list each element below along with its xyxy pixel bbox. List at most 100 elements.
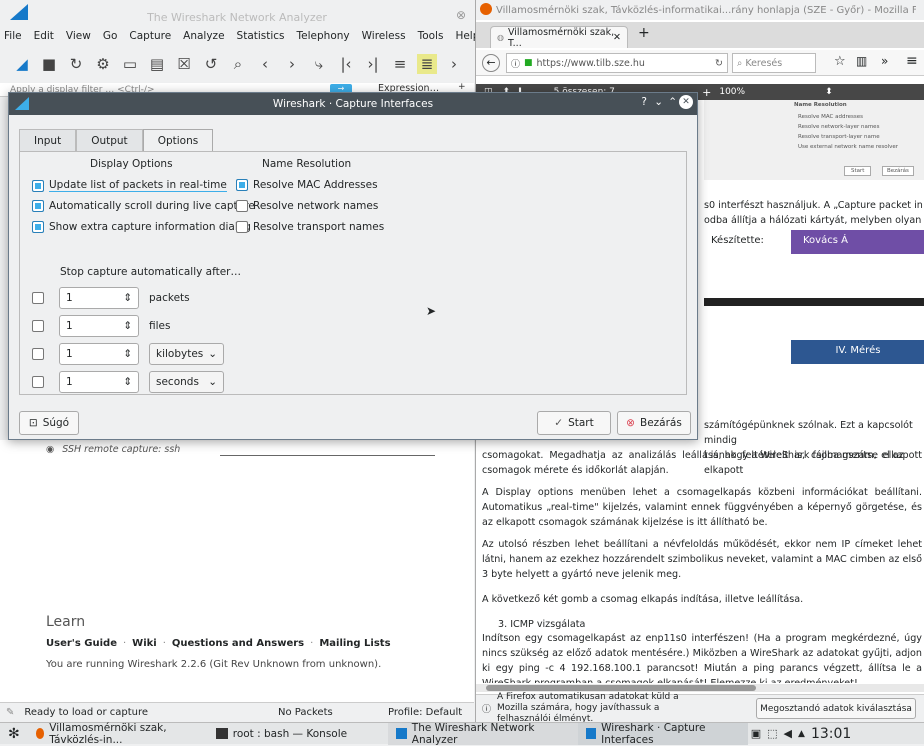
- overflow-chevron-icon[interactable]: »: [881, 54, 888, 68]
- help-button[interactable]: ⊡ Súgó: [19, 411, 79, 435]
- restart-icon[interactable]: ↻: [66, 54, 86, 74]
- find-icon[interactable]: ⌕: [228, 54, 248, 74]
- info-icon[interactable]: ⓘ: [511, 57, 520, 70]
- autoscroll-option[interactable]: Automatically scroll during live capture: [32, 200, 255, 212]
- tray-expand-icon[interactable]: ▲: [795, 723, 808, 745]
- close-file-icon[interactable]: ☒: [174, 54, 194, 74]
- network-icon[interactable]: ⬚: [764, 723, 780, 745]
- time-spinbox[interactable]: 1 ⇕: [59, 371, 139, 393]
- expert-info-icon[interactable]: ✎: [6, 707, 14, 718]
- clipboard-icon[interactable]: ▣: [748, 723, 764, 745]
- status-profile[interactable]: Profile: Default: [388, 707, 462, 718]
- users-guide-link[interactable]: User's Guide: [46, 638, 117, 649]
- kde-launcher-icon[interactable]: ✻: [0, 723, 28, 745]
- goto-packet-icon[interactable]: ⤷: [309, 54, 329, 74]
- size-spinbox[interactable]: 1 ⇕: [59, 343, 139, 365]
- ssh-remote-capture-item[interactable]: ◉ SSH remote capture: ssh: [46, 444, 180, 455]
- reload-icon[interactable]: ↺: [201, 54, 221, 74]
- packets-spinbox[interactable]: 1 ⇕: [59, 287, 139, 309]
- back-arrow-icon[interactable]: ←: [482, 54, 500, 72]
- menu-capture[interactable]: Capture: [129, 30, 171, 42]
- wiki-link[interactable]: Wiki: [132, 638, 157, 649]
- colorize-icon[interactable]: ≣: [417, 54, 437, 74]
- close-icon[interactable]: ⊗: [456, 8, 466, 22]
- mailing-lists-link[interactable]: Mailing Lists: [319, 638, 390, 649]
- maximize-icon[interactable]: ⌃: [668, 96, 677, 108]
- stop-icon[interactable]: ■: [39, 54, 59, 74]
- checkbox-checked[interactable]: [32, 200, 44, 212]
- menu-view[interactable]: View: [66, 30, 91, 42]
- checkbox-checked[interactable]: [236, 179, 248, 191]
- resolve-network-option[interactable]: Resolve network names: [236, 200, 378, 212]
- tab-close-icon[interactable]: ✕: [613, 32, 621, 43]
- autoscroll-icon[interactable]: ≡: [390, 54, 410, 74]
- tab-options[interactable]: Options: [142, 129, 214, 151]
- task-capture-dialog[interactable]: Wireshark · Capture Interfaces: [577, 722, 748, 746]
- task-konsole[interactable]: root : bash — Konsole: [208, 723, 388, 745]
- tab-output[interactable]: Output: [76, 129, 143, 151]
- resolve-transport-option[interactable]: Resolve transport names: [236, 221, 384, 233]
- task-firefox[interactable]: Villamosmérnöki szak, Távközlés-in...: [28, 722, 208, 746]
- clock[interactable]: 13:01: [808, 723, 854, 745]
- close-button[interactable]: ⊗ Bezárás: [617, 411, 691, 435]
- checkbox-unchecked[interactable]: [32, 320, 44, 332]
- open-file-icon[interactable]: ▭: [120, 54, 140, 74]
- minimize-icon[interactable]: ⌄: [654, 96, 663, 108]
- task-wireshark[interactable]: The Wireshark Network Analyzer: [387, 722, 578, 746]
- search-box[interactable]: ⌕ Keresés: [732, 53, 816, 73]
- start-button[interactable]: ✓ Start: [537, 411, 611, 435]
- checkbox-unchecked[interactable]: [236, 221, 248, 233]
- size-unit-combo[interactable]: kilobytes ⌄: [149, 343, 224, 365]
- resolve-mac-option[interactable]: Resolve MAC Addresses: [236, 179, 378, 191]
- hamburger-menu-icon[interactable]: ≡: [906, 53, 918, 69]
- spin-arrows-icon[interactable]: ⇕: [123, 348, 132, 360]
- tab-input[interactable]: Input: [19, 129, 77, 151]
- menu-wireless[interactable]: Wireless: [362, 30, 406, 42]
- reload-page-icon[interactable]: ↻: [715, 58, 723, 69]
- checkbox-unchecked[interactable]: [32, 292, 44, 304]
- url-bar[interactable]: ⓘ ■ https://www.tilb.sze.hu ↻: [506, 53, 728, 73]
- volume-icon[interactable]: ◀: [781, 723, 795, 745]
- menu-tools[interactable]: Tools: [418, 30, 444, 42]
- back-icon[interactable]: ‹: [255, 54, 275, 74]
- dialog-close-icon[interactable]: ✕: [679, 95, 693, 109]
- add-filter-icon[interactable]: +: [458, 82, 466, 92]
- more-icon[interactable]: ›: [444, 54, 464, 74]
- horizontal-scrollbar[interactable]: [476, 684, 924, 692]
- scroll-thumb[interactable]: [486, 685, 756, 691]
- menu-edit[interactable]: Edit: [34, 30, 54, 42]
- zoom-in-icon[interactable]: +: [702, 86, 711, 99]
- menu-statistics[interactable]: Statistics: [237, 30, 285, 42]
- menu-telephony[interactable]: Telephony: [297, 30, 350, 42]
- menu-analyze[interactable]: Analyze: [183, 30, 224, 42]
- files-spinbox[interactable]: 1 ⇕: [59, 315, 139, 337]
- bookmark-star-icon[interactable]: ☆: [834, 54, 846, 69]
- last-packet-icon[interactable]: ›|: [363, 54, 383, 74]
- forward-icon[interactable]: ›: [282, 54, 302, 74]
- spin-arrows-icon[interactable]: ⇕: [123, 320, 132, 332]
- menu-file[interactable]: File: [4, 30, 22, 42]
- help-question-icon[interactable]: ?: [641, 96, 647, 108]
- extra-info-option[interactable]: Show extra capture information dialog: [32, 221, 251, 233]
- checkbox-unchecked[interactable]: [236, 200, 248, 212]
- checkbox-checked[interactable]: [32, 179, 44, 192]
- options-gear-icon[interactable]: ⚙: [93, 54, 113, 74]
- menu-go[interactable]: Go: [103, 30, 118, 42]
- checkbox-unchecked[interactable]: [32, 376, 44, 388]
- new-tab-icon[interactable]: +: [638, 25, 650, 41]
- browser-tab[interactable]: ◍ Villamosmérnöki szak, T... ✕: [490, 26, 628, 49]
- zoom-dropdown-icon[interactable]: ⬍: [825, 87, 833, 97]
- spin-arrows-icon[interactable]: ⇕: [123, 376, 132, 388]
- zoom-level[interactable]: 100%: [719, 87, 745, 97]
- checkbox-unchecked[interactable]: [32, 348, 44, 360]
- time-unit-combo[interactable]: seconds ⌄: [149, 371, 224, 393]
- save-file-icon[interactable]: ▤: [147, 54, 167, 74]
- checkbox-checked[interactable]: [32, 221, 44, 233]
- library-icon[interactable]: ▥: [856, 54, 867, 68]
- spin-arrows-icon[interactable]: ⇕: [123, 292, 132, 304]
- first-packet-icon[interactable]: |‹: [336, 54, 356, 74]
- update-realtime-option[interactable]: Update list of packets in real-time: [32, 179, 227, 192]
- shark-fin-start-icon[interactable]: ◢: [12, 54, 32, 74]
- qa-link[interactable]: Questions and Answers: [172, 638, 304, 649]
- choose-data-button[interactable]: Megosztandó adatok kiválasztása: [756, 698, 916, 719]
